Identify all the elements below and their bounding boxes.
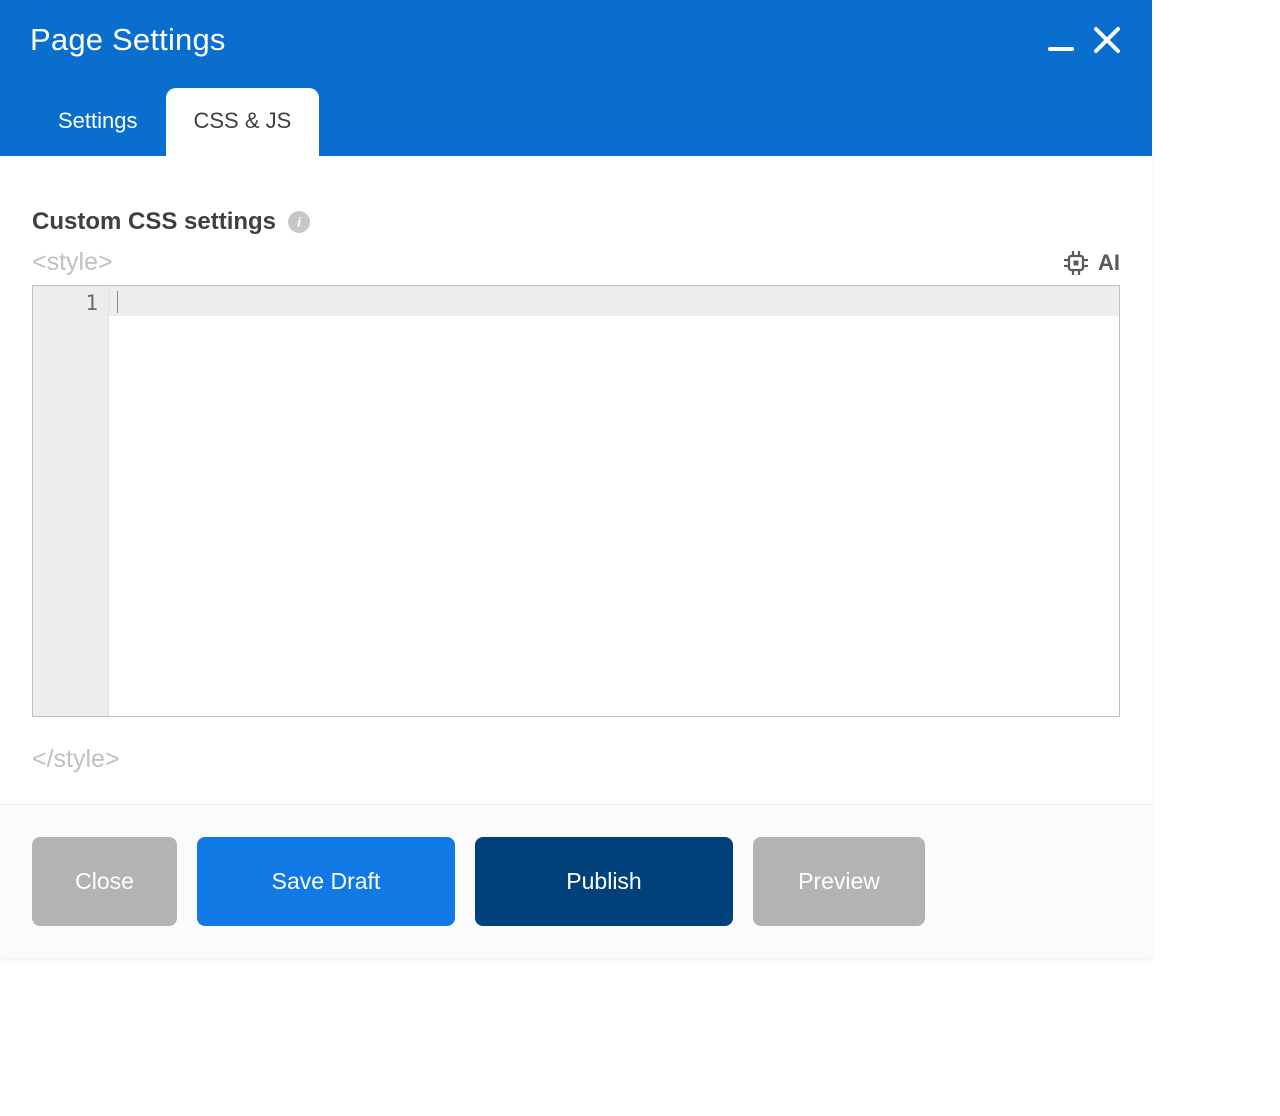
style-open-tag: <style> [32, 248, 113, 277]
dialog-title: Page Settings [30, 22, 226, 58]
section-header: Custom CSS settings i [32, 208, 1120, 236]
section-title: Custom CSS settings [32, 208, 276, 236]
page-settings-dialog: Page Settings Settings CSS & JS [0, 0, 1152, 958]
tab-bar: Settings CSS & JS [0, 88, 1152, 156]
minimize-button[interactable] [1048, 27, 1074, 53]
dialog-content: Custom CSS settings i <style> AI [0, 156, 1152, 804]
ai-assist-button[interactable]: AI [1062, 249, 1120, 277]
preview-button[interactable]: Preview [753, 837, 925, 926]
save-draft-button[interactable]: Save Draft [197, 837, 455, 926]
ai-label: AI [1098, 250, 1120, 276]
dialog-footer: Close Save Draft Publish Preview [0, 804, 1152, 958]
editor-top-row: <style> AI [32, 248, 1120, 277]
dialog-header: Page Settings Settings CSS & JS [0, 0, 1152, 156]
close-button[interactable]: Close [32, 837, 177, 926]
publish-button[interactable]: Publish [475, 837, 733, 926]
code-area[interactable] [109, 286, 1119, 716]
header-top-row: Page Settings [0, 0, 1152, 58]
minimize-icon [1048, 27, 1074, 53]
close-icon [1092, 25, 1122, 55]
close-window-button[interactable] [1092, 25, 1122, 55]
text-cursor [117, 291, 118, 313]
style-close-tag: </style> [32, 745, 1120, 774]
chip-icon [1062, 249, 1090, 277]
line-number: 1 [33, 289, 108, 317]
css-code-editor[interactable]: 1 [32, 285, 1120, 717]
line-gutter: 1 [33, 286, 109, 716]
active-line-highlight [109, 286, 1119, 316]
info-icon[interactable]: i [288, 211, 310, 233]
tab-css-js[interactable]: CSS & JS [166, 88, 320, 156]
window-controls [1048, 25, 1122, 55]
tab-settings[interactable]: Settings [30, 88, 166, 156]
